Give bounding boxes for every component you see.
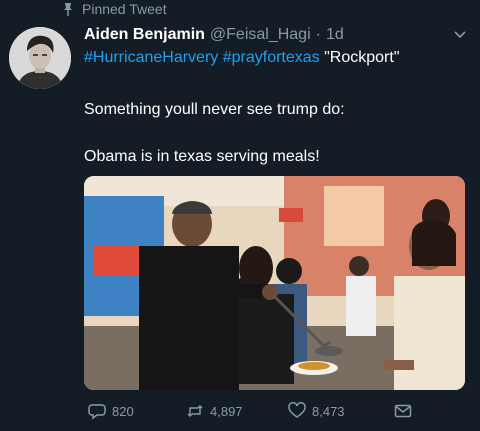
direct-message-icon — [394, 404, 412, 418]
pin-icon — [64, 3, 72, 16]
author-name[interactable]: Aiden Benjamin — [84, 26, 205, 44]
like-count: 8,473 — [312, 403, 345, 419]
tweet-quote: "Rockport" — [324, 49, 400, 66]
hashtag-link[interactable]: #prayfortexas — [223, 49, 320, 66]
retweet-icon — [187, 404, 203, 418]
like-button[interactable]: 8,473 — [288, 402, 345, 420]
tweet-photo[interactable] — [84, 176, 465, 390]
avatar[interactable] — [9, 27, 71, 89]
avatar-image — [9, 27, 71, 89]
direct-message-button[interactable] — [394, 402, 412, 420]
retweet-button[interactable]: 4,897 — [186, 402, 243, 420]
tweet-actions: 820 4,897 8,473 — [88, 402, 428, 422]
tweet-hashtags-line: #HurricaneHarvery #prayfortexas "Rockpor… — [84, 49, 400, 67]
time-separator: · — [315, 26, 321, 43]
author-handle[interactable]: @Feisal_Hagi — [210, 26, 311, 44]
hashtag-link[interactable]: #HurricaneHarvery — [84, 49, 218, 66]
reply-button[interactable]: 820 — [88, 402, 134, 420]
like-icon — [288, 402, 306, 418]
tweet-text-line: Obama is in texas serving meals! — [84, 148, 320, 165]
serving-meals-photo — [84, 176, 465, 390]
tweet-time[interactable]: 1d — [326, 26, 344, 44]
tweet-text-line: Something youll never see trump do: — [84, 101, 345, 118]
chevron-down-icon[interactable] — [454, 31, 466, 39]
tweet-header: Aiden Benjamin @Feisal_Hagi · 1d — [84, 26, 474, 44]
reply-icon — [88, 404, 106, 420]
reply-count: 820 — [112, 403, 134, 419]
retweet-count: 4,897 — [210, 403, 243, 419]
pinned-label: Pinned Tweet — [82, 1, 167, 17]
pinned-indicator: Pinned Tweet — [62, 1, 167, 17]
